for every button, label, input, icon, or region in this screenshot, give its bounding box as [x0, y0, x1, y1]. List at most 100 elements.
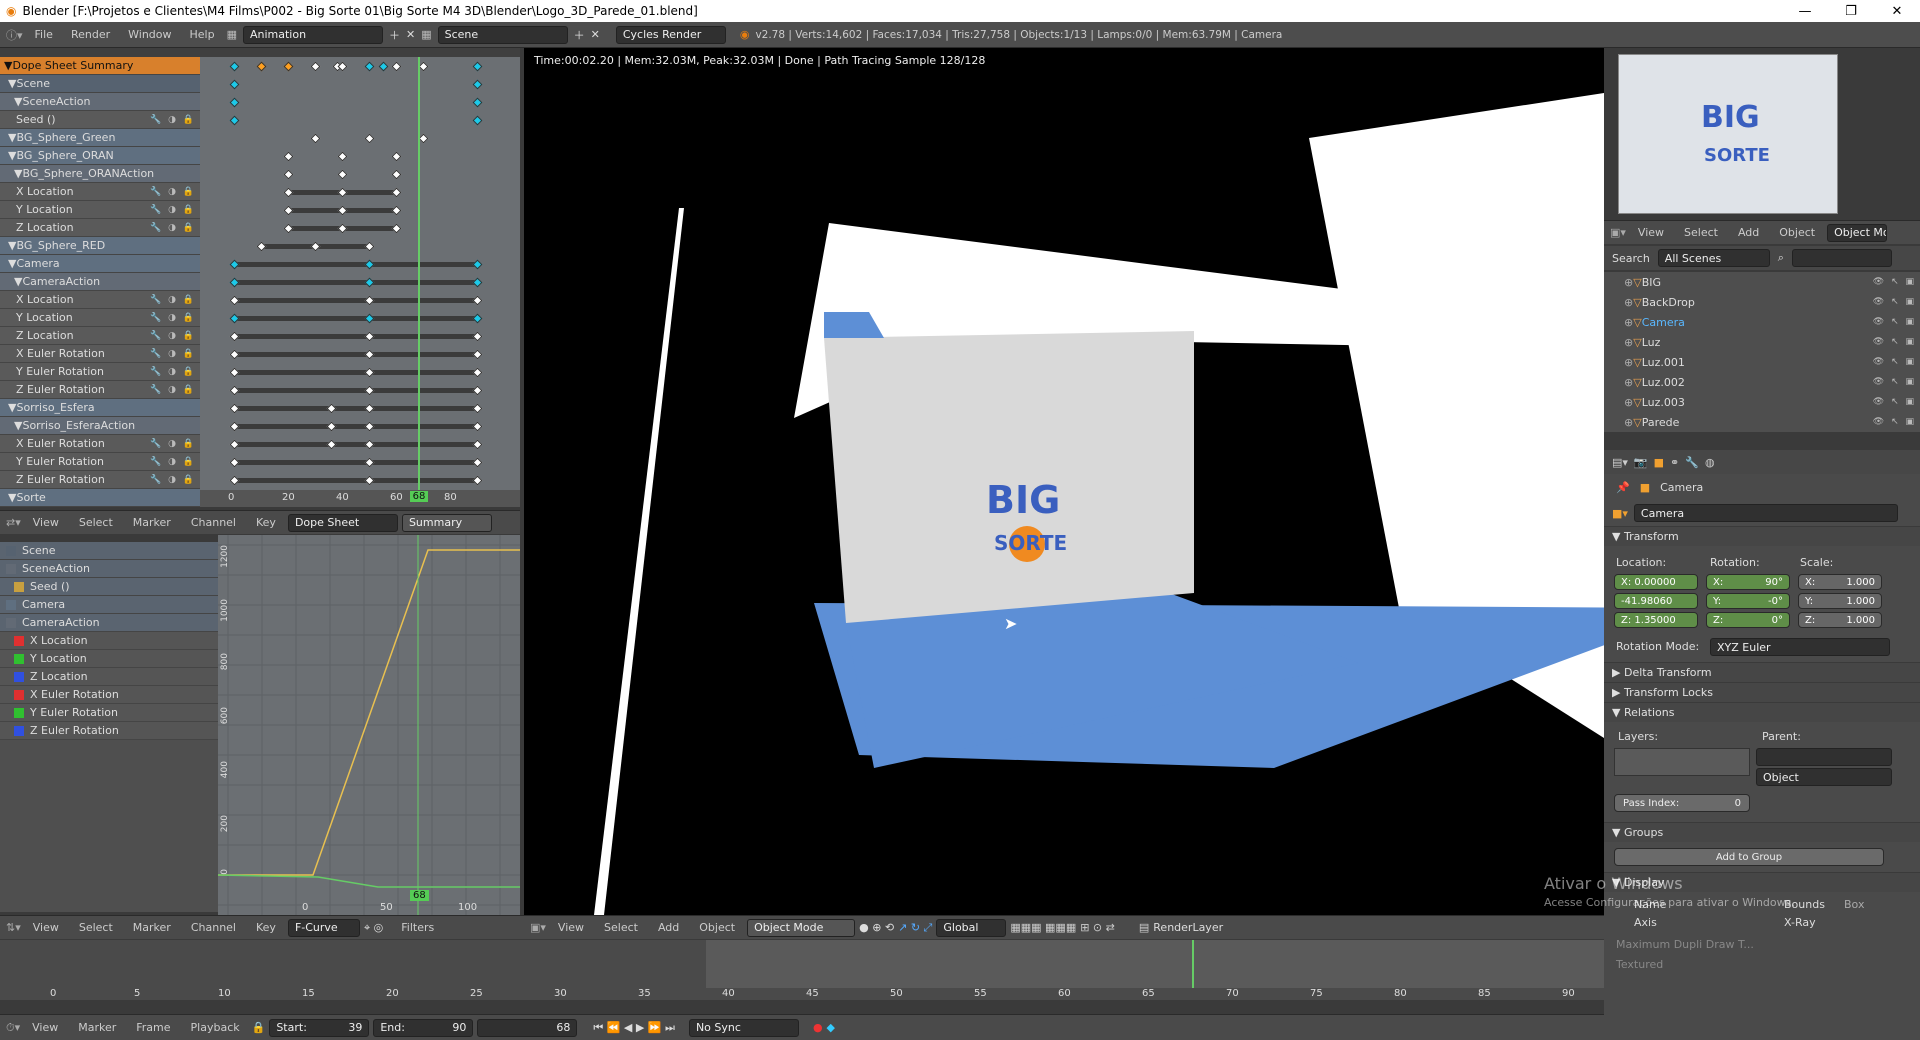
expand-arrow-icon[interactable]: ▼: [4, 59, 12, 72]
keyframe[interactable]: [391, 169, 402, 180]
manipulator-icon[interactable]: ↗ ↻ ⤢: [898, 921, 932, 935]
layer-buttons[interactable]: [1614, 748, 1750, 776]
lock-icon[interactable]: 🔒: [252, 1021, 266, 1034]
channel-toggles-icon[interactable]: 🔧 ◑ 🔒: [150, 313, 196, 323]
ds-channel-row[interactable]: Z Euler Rotation 🔧 ◑ 🔒: [0, 381, 200, 399]
channel-color-swatch[interactable]: [14, 635, 24, 646]
modifiers-tab-icon[interactable]: 🔧: [1685, 456, 1699, 469]
expand-arrow-icon[interactable]: ▼: [14, 167, 22, 180]
scale-x[interactable]: X: 1.000: [1798, 574, 1882, 590]
graph-channel-row[interactable]: CameraAction: [0, 614, 218, 632]
keyframe[interactable]: [229, 115, 240, 126]
parent-type-selector[interactable]: Object: [1756, 768, 1892, 786]
layers-grid-icon[interactable]: ▦▦▦ ▦▦▦: [1010, 921, 1076, 934]
rotation-x[interactable]: X: 90°: [1706, 574, 1790, 590]
expand-icon[interactable]: ⊕: [1624, 336, 1633, 349]
orientation-selector[interactable]: Global: [936, 918, 1007, 937]
scene-selector[interactable]: Scene: [437, 25, 568, 44]
pass-index-field[interactable]: Pass Index: 0: [1614, 794, 1750, 812]
menu-file[interactable]: File: [29, 28, 59, 41]
snap-icon[interactable]: ⊞ ⊙ ⇄: [1080, 921, 1115, 934]
channel-toggles-icon[interactable]: 🔧 ◑ 🔒: [150, 205, 196, 215]
ds-channel-row[interactable]: ▼ BG_Sphere_Green: [0, 129, 200, 147]
outliner-search-input[interactable]: [1791, 249, 1892, 267]
ds-channel-row[interactable]: ▼ Sorriso_EsferaAction: [0, 417, 200, 435]
channel-toggles-icon[interactable]: 🔧 ◑ 🔒: [150, 223, 196, 233]
add-scene-icon[interactable]: ＋: [574, 27, 585, 43]
ds-channel-row[interactable]: Y Location 🔧 ◑ 🔒: [0, 201, 200, 219]
expand-arrow-icon[interactable]: ▼: [8, 257, 16, 270]
graph-channel-row[interactable]: X Euler Rotation: [0, 686, 218, 704]
outliner-item[interactable]: ⊕ ▽ Luz.003 👁 ↖ ▣: [1604, 392, 1920, 412]
channel-color-swatch[interactable]: [14, 581, 24, 592]
tl-menu-frame[interactable]: Frame: [128, 1021, 178, 1034]
props-editor-icon[interactable]: ▤▾: [1612, 456, 1628, 469]
keyframe[interactable]: [472, 475, 483, 486]
expand-icon[interactable]: ⊕: [1624, 356, 1633, 369]
data-tab-icon[interactable]: ◍: [1705, 456, 1715, 469]
pin-icon[interactable]: 📌: [1616, 481, 1630, 494]
gr-menu-key[interactable]: Key: [248, 921, 284, 934]
cursor-icon[interactable]: ⌖ ◎: [364, 921, 383, 935]
keyframe[interactable]: [310, 133, 321, 144]
expand-arrow-icon[interactable]: ▼: [8, 491, 16, 504]
menu-help[interactable]: Help: [184, 28, 221, 41]
outliner-item[interactable]: ⊕ ▽ Luz 👁 ↖ ▣: [1604, 332, 1920, 352]
expand-icon[interactable]: ⊕: [1624, 276, 1633, 289]
remove-layout-icon[interactable]: ✕: [406, 28, 415, 41]
viewport-editor-icon[interactable]: ▣▾: [530, 921, 546, 934]
channel-color-swatch[interactable]: [14, 725, 24, 736]
record-icon[interactable]: ●: [813, 1021, 823, 1034]
transform-locks-header[interactable]: ▶ Transform Locks: [1604, 682, 1920, 702]
outliner-item[interactable]: ⊕ ▽ Luz.002 👁 ↖ ▣: [1604, 372, 1920, 392]
channel-toggles-icon[interactable]: 🔧 ◑ 🔒: [150, 367, 196, 377]
keyframe[interactable]: [256, 61, 267, 72]
close-button[interactable]: ✕: [1874, 0, 1920, 22]
summary-toggle[interactable]: Summary: [401, 513, 492, 532]
ds-channel-row[interactable]: ▼ Sorriso_Esfera: [0, 399, 200, 417]
ds-menu-key[interactable]: Key: [248, 516, 284, 529]
keyframe[interactable]: [472, 367, 483, 378]
channel-toggles-icon[interactable]: 🔧 ◑ 🔒: [150, 385, 196, 395]
graph-channel-row[interactable]: Z Location: [0, 668, 218, 686]
sync-mode-selector[interactable]: No Sync: [688, 1018, 799, 1037]
graph-channel-row[interactable]: X Location: [0, 632, 218, 650]
graph-current-frame-badge[interactable]: 68: [410, 890, 429, 901]
search-icon[interactable]: ⌕: [1778, 251, 1784, 265]
timeline-editor-icon[interactable]: ⏱▾: [6, 1021, 20, 1035]
channel-toggles-icon[interactable]: 🔧 ◑ 🔒: [150, 457, 196, 467]
vp-menu-object[interactable]: Object: [691, 921, 743, 934]
expand-arrow-icon[interactable]: ▼: [14, 95, 22, 108]
keyframe[interactable]: [472, 349, 483, 360]
tl-menu-playback[interactable]: Playback: [183, 1021, 248, 1034]
shading-icon[interactable]: ● ⊕ ⟲: [859, 921, 894, 934]
menu-render[interactable]: Render: [65, 28, 116, 41]
gr-menu-channel[interactable]: Channel: [183, 921, 244, 934]
tl-menu-marker[interactable]: Marker: [70, 1021, 124, 1034]
keyframe[interactable]: [472, 295, 483, 306]
keyframe[interactable]: [229, 61, 240, 72]
groups-header[interactable]: ▼ Groups: [1604, 822, 1920, 842]
start-frame-field[interactable]: Start: 39: [269, 1018, 370, 1037]
object-tab-icon[interactable]: ■: [1654, 456, 1664, 469]
channel-toggles-icon[interactable]: 🔧 ◑ 🔒: [150, 115, 196, 125]
keyframe[interactable]: [283, 151, 294, 162]
keyframe[interactable]: [391, 223, 402, 234]
expand-icon[interactable]: ⊕: [1624, 296, 1633, 309]
ol-menu-object[interactable]: Object: [1771, 226, 1823, 239]
channel-color-swatch[interactable]: [14, 689, 24, 700]
graph-mode-selector[interactable]: F-Curve: [287, 918, 360, 937]
expand-icon[interactable]: ⊕: [1624, 376, 1633, 389]
visibility-toggles-icon[interactable]: 👁 ↖ ▣: [1873, 337, 1916, 347]
visibility-toggles-icon[interactable]: 👁 ↖ ▣: [1873, 357, 1916, 367]
graph-channel-row[interactable]: Y Location: [0, 650, 218, 668]
keyframe[interactable]: [283, 169, 294, 180]
vp-menu-add[interactable]: Add: [650, 921, 687, 934]
graph-channel-row[interactable]: Camera: [0, 596, 218, 614]
ds-channel-row[interactable]: ▼ Camera: [0, 255, 200, 273]
keyframe[interactable]: [283, 61, 294, 72]
location-y[interactable]: -41.98060: [1614, 593, 1698, 609]
menu-window[interactable]: Window: [122, 28, 177, 41]
visibility-toggles-icon[interactable]: 👁 ↖ ▣: [1873, 317, 1916, 327]
dopesheet-editor-icon[interactable]: ⇄▾: [6, 516, 21, 529]
